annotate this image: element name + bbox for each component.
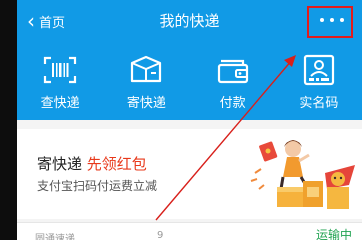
parcel-count: 9 xyxy=(157,230,164,240)
promo-banner[interactable]: 寄快递 先领红包 支付宝扫码付运费立减 xyxy=(17,129,362,219)
banner-title-prefix: 寄快递 xyxy=(37,155,83,173)
tool-label: 寄快递 xyxy=(126,96,166,111)
banner-title-highlight: 先领红包 xyxy=(86,155,147,173)
app-screen: ‹ 首页 我的快递 查快递 寄快递 付款 实名码 寄快递 先领红包 支付宝扫码付… xyxy=(0,0,362,240)
tool-label: 付款 xyxy=(219,96,246,111)
tool-send-parcel[interactable]: 寄快递 xyxy=(103,54,189,116)
barcode-scan-icon xyxy=(42,54,78,86)
banner-title: 寄快递 先领红包 xyxy=(37,153,147,174)
courier-girl-illustration xyxy=(250,140,355,209)
id-card-qr-icon xyxy=(301,54,337,86)
package-box-icon xyxy=(128,54,164,86)
wallet-icon xyxy=(215,54,251,86)
banner-subtitle: 支付宝扫码付运费立减 xyxy=(37,179,158,193)
courier-name: 圆通速递 xyxy=(35,234,75,240)
tool-realname-code[interactable]: 实名码 xyxy=(276,54,362,116)
tool-label: 查快递 xyxy=(40,96,80,111)
annotation-highlight-box xyxy=(307,6,353,38)
screen-bezel xyxy=(0,0,17,240)
parcel-list-row[interactable]: 圆通速递 9 运输中 xyxy=(17,222,362,240)
tool-label: 实名码 xyxy=(299,96,339,111)
status-badge: 运输中 xyxy=(315,228,352,240)
tool-payment[interactable]: 付款 xyxy=(190,54,276,116)
tool-track-parcel[interactable]: 查快递 xyxy=(17,54,103,116)
tool-grid: 查快递 寄快递 付款 实名码 xyxy=(17,54,362,116)
